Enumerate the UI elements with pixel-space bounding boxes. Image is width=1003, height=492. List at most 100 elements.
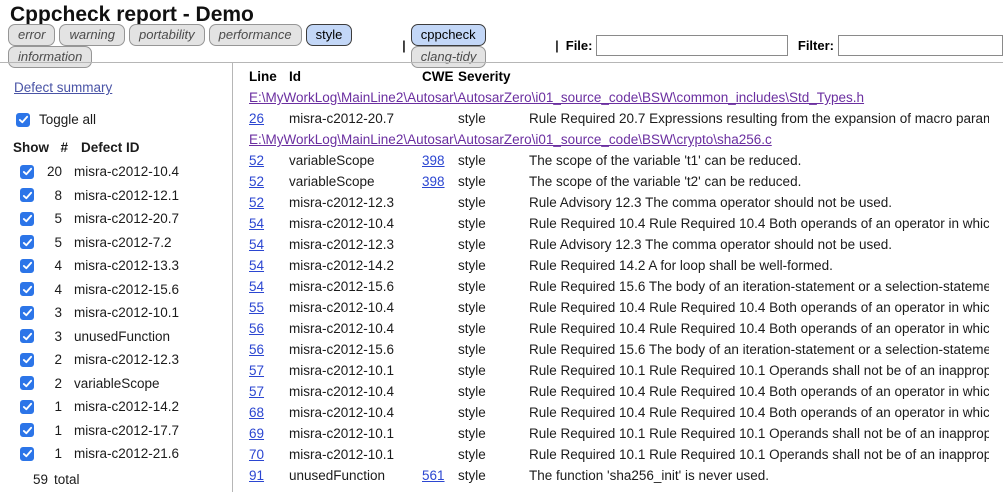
sidebar-column-headers: Show # Defect ID (13, 136, 232, 159)
portability-filter-button[interactable]: portability (129, 24, 205, 46)
cwe-link[interactable]: 561 (422, 468, 445, 483)
table-row-file: E:\MyWorkLog\MainLine2\Autosar\AutosarZe… (249, 87, 989, 108)
total-label: total (54, 472, 80, 487)
message-cell: Rule Required 10.4 Rule Required 10.4 Bo… (529, 213, 989, 234)
message-cell: Rule Required 10.4 Rule Required 10.4 Bo… (529, 297, 989, 318)
defect-filter-row: 20 misra-c2012-10.4 (0, 160, 232, 184)
severity-cell: style (458, 444, 529, 465)
toggle-all-checkbox[interactable] (16, 113, 30, 127)
line-number-link[interactable]: 56 (249, 321, 264, 336)
line-number-link[interactable]: 54 (249, 258, 264, 273)
defect-id: misra-c2012-12.1 (74, 188, 179, 203)
defect-filter-checkbox[interactable] (20, 259, 34, 273)
severity-cell: style (458, 255, 529, 276)
table-row-defect: 57 misra-c2012-10.4 style Rule Required … (249, 381, 989, 402)
tool-button-group: cppcheckclang-tidy (411, 24, 553, 68)
defect-count: 3 (38, 329, 62, 344)
defect-id: variableScope (74, 376, 160, 391)
id-column-header: Id (289, 66, 422, 87)
defect-count: 4 (38, 282, 62, 297)
filter-input[interactable] (838, 35, 1003, 56)
defect-filter-checkbox[interactable] (20, 447, 34, 461)
table-row-defect: 68 misra-c2012-10.4 style Rule Required … (249, 402, 989, 423)
total-count: 59 (24, 472, 48, 487)
table-row-defect: 52 variableScope 398 style The scope of … (249, 171, 989, 192)
message-cell: Rule Advisory 12.3 The comma operator sh… (529, 234, 989, 255)
style-filter-button[interactable]: style (306, 24, 353, 46)
checkmark-icon (22, 307, 33, 318)
defect-filter-checkbox[interactable] (20, 306, 34, 320)
table-header-row: Line Id CWE Severity (249, 66, 989, 87)
defect-id-cell: unusedFunction (289, 465, 422, 486)
line-number-link[interactable]: 57 (249, 363, 264, 378)
table-row-defect: 57 misra-c2012-10.1 style Rule Required … (249, 360, 989, 381)
warning-filter-button[interactable]: warning (59, 24, 125, 46)
line-column-header: Line (249, 66, 289, 87)
table-row-defect: 26 misra-c2012-20.7 style Rule Required … (249, 108, 989, 129)
defect-filter-checkbox[interactable] (20, 165, 34, 179)
line-number-link[interactable]: 91 (249, 468, 264, 483)
severity-button-group: errorwarningportabilityperformancestylei… (8, 24, 400, 68)
line-number-link[interactable]: 56 (249, 342, 264, 357)
defect-id-cell: misra-c2012-12.3 (289, 192, 422, 213)
defect-id-cell: misra-c2012-10.1 (289, 444, 422, 465)
defect-filter-row: 4 misra-c2012-15.6 (0, 278, 232, 302)
file-input[interactable] (596, 35, 787, 56)
line-number-link[interactable]: 52 (249, 153, 264, 168)
line-number-link[interactable]: 57 (249, 384, 264, 399)
cwe-cell (422, 402, 458, 423)
defect-filter-row: 2 misra-c2012-12.3 (0, 348, 232, 372)
defect-filter-checkbox[interactable] (20, 353, 34, 367)
defect-filter-checkbox[interactable] (20, 188, 34, 202)
message-cell: Rule Required 20.7 Expressions resulting… (529, 108, 989, 129)
cppcheck-filter-button[interactable]: cppcheck (411, 24, 486, 46)
line-number-link[interactable]: 69 (249, 426, 264, 441)
severity-cell: style (458, 318, 529, 339)
line-number-link[interactable]: 70 (249, 447, 264, 462)
checkmark-icon (22, 237, 33, 248)
severity-cell: style (458, 465, 529, 486)
defect-filter-checkbox[interactable] (20, 329, 34, 343)
checkmark-icon (22, 331, 33, 342)
line-number-link[interactable]: 68 (249, 405, 264, 420)
defect-id-cell: misra-c2012-15.6 (289, 276, 422, 297)
cwe-cell (422, 381, 458, 402)
performance-filter-button[interactable]: performance (209, 24, 302, 46)
defect-id-cell: misra-c2012-10.1 (289, 360, 422, 381)
checkmark-icon (22, 425, 33, 436)
line-number-link[interactable]: 54 (249, 216, 264, 231)
defect-filter-checkbox[interactable] (20, 376, 34, 390)
severity-column-header: Severity (458, 66, 529, 87)
table-row-defect: 69 misra-c2012-10.1 style Rule Required … (249, 423, 989, 444)
defect-id-cell: misra-c2012-10.1 (289, 423, 422, 444)
file-path-link[interactable]: E:\MyWorkLog\MainLine2\Autosar\AutosarZe… (249, 132, 772, 147)
line-number-link[interactable]: 55 (249, 300, 264, 315)
defect-count: 1 (38, 423, 62, 438)
line-number-link[interactable]: 54 (249, 279, 264, 294)
defect-filter-checkbox[interactable] (20, 423, 34, 437)
defect-filter-checkbox[interactable] (20, 212, 34, 226)
error-filter-button[interactable]: error (8, 24, 55, 46)
line-number-link[interactable]: 54 (249, 237, 264, 252)
severity-cell: style (458, 402, 529, 423)
file-path-link[interactable]: E:\MyWorkLog\MainLine2\Autosar\AutosarZe… (249, 90, 864, 105)
defect-filter-checkbox[interactable] (20, 235, 34, 249)
defect-summary-link[interactable]: Defect summary (14, 80, 112, 95)
cwe-cell (422, 297, 458, 318)
defect-id: unusedFunction (74, 329, 170, 344)
table-row-defect: 54 misra-c2012-14.2 style Rule Required … (249, 255, 989, 276)
content-area: Defect summary Toggle all Show # Defect … (0, 62, 1003, 492)
defect-count: 5 (38, 235, 62, 250)
cwe-link[interactable]: 398 (422, 153, 445, 168)
cwe-cell (422, 255, 458, 276)
defect-filter-checkbox[interactable] (20, 282, 34, 296)
severity-cell: style (458, 423, 529, 444)
defect-filter-checkbox[interactable] (20, 400, 34, 414)
cwe-cell (422, 444, 458, 465)
defect-id-cell: misra-c2012-20.7 (289, 108, 422, 129)
line-number-link[interactable]: 52 (249, 195, 264, 210)
checkmark-icon (22, 190, 33, 201)
line-number-link[interactable]: 26 (249, 111, 264, 126)
cwe-link[interactable]: 398 (422, 174, 445, 189)
line-number-link[interactable]: 52 (249, 174, 264, 189)
